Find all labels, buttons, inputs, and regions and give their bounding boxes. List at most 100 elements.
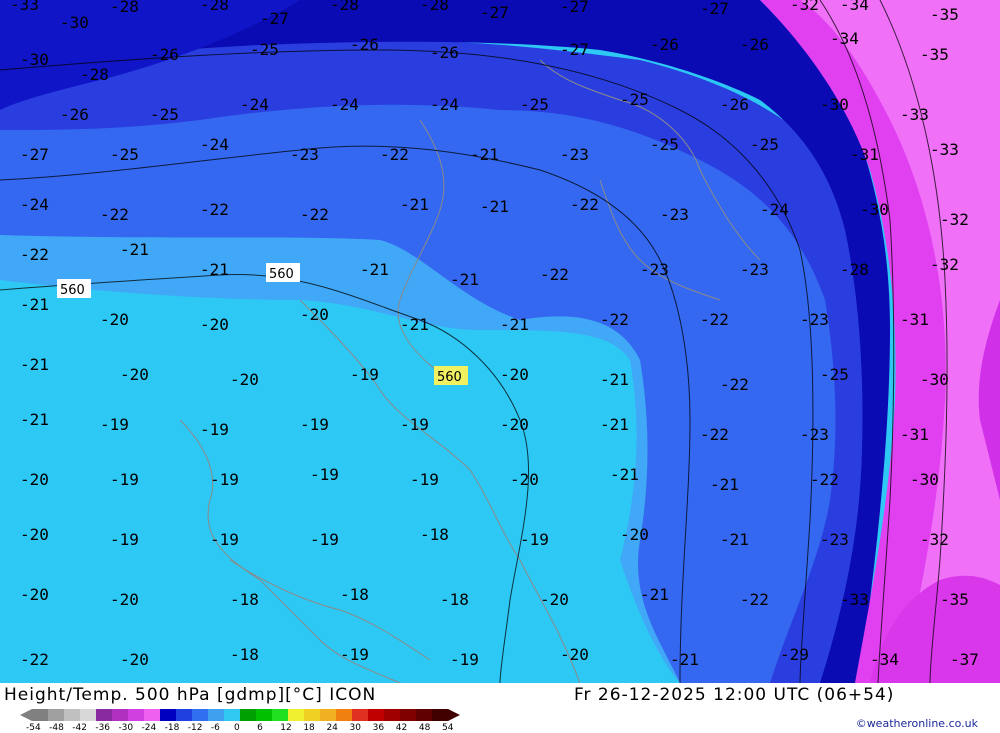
svg-text:-32: -32 bbox=[790, 0, 819, 14]
svg-text:-24: -24 bbox=[760, 200, 789, 219]
scale-cell bbox=[416, 709, 433, 721]
scale-cell bbox=[48, 709, 65, 721]
svg-text:-27: -27 bbox=[700, 0, 729, 18]
scale-cell bbox=[80, 709, 97, 721]
svg-text:-20: -20 bbox=[120, 650, 149, 669]
svg-text:-20: -20 bbox=[230, 370, 259, 389]
svg-text:-21: -21 bbox=[450, 270, 479, 289]
svg-text:-34: -34 bbox=[830, 29, 859, 48]
scale-tick-label: 12 bbox=[280, 723, 291, 731]
svg-text:-20: -20 bbox=[300, 305, 329, 324]
scale-cell bbox=[160, 709, 177, 721]
svg-text:-21: -21 bbox=[480, 197, 509, 216]
svg-text:-22: -22 bbox=[20, 245, 49, 264]
svg-text:-30: -30 bbox=[60, 13, 89, 32]
svg-text:-18: -18 bbox=[230, 645, 259, 664]
svg-text:-27: -27 bbox=[560, 40, 589, 59]
temp-label: -33 bbox=[10, 0, 39, 14]
scale-cell bbox=[256, 709, 273, 721]
scale-cell bbox=[288, 709, 305, 721]
svg-text:-33: -33 bbox=[900, 105, 929, 124]
svg-text:-20: -20 bbox=[20, 470, 49, 489]
credit-link[interactable]: ©weatheronline.co.uk bbox=[856, 717, 978, 730]
scale-cell bbox=[304, 709, 321, 721]
svg-text:-20: -20 bbox=[200, 315, 229, 334]
svg-text:-22: -22 bbox=[20, 650, 49, 669]
scale-tick-label: 24 bbox=[326, 723, 338, 731]
svg-text:-20: -20 bbox=[540, 590, 569, 609]
svg-text:-34: -34 bbox=[840, 0, 869, 14]
scale-cell bbox=[176, 709, 193, 721]
scale-cell bbox=[272, 709, 289, 721]
scale-arrow-left bbox=[20, 709, 32, 721]
scale-tick-label: -6 bbox=[211, 723, 220, 731]
scale-tick-label: -42 bbox=[72, 723, 87, 731]
scale-cell bbox=[128, 709, 145, 721]
svg-text:-23: -23 bbox=[800, 310, 829, 329]
svg-text:-22: -22 bbox=[810, 470, 839, 489]
svg-text:-22: -22 bbox=[570, 195, 599, 214]
svg-text:-21: -21 bbox=[710, 475, 739, 494]
scale-tick-label: 30 bbox=[350, 723, 362, 731]
svg-text:-19: -19 bbox=[310, 530, 339, 549]
footer: Height/Temp. 500 hPa [gdmp][°C] ICON Fr … bbox=[0, 683, 1000, 733]
svg-text:-30: -30 bbox=[910, 470, 939, 489]
svg-text:-26: -26 bbox=[350, 35, 379, 54]
scale-cell bbox=[96, 709, 113, 721]
svg-text:-21: -21 bbox=[20, 355, 49, 374]
scale-cell bbox=[384, 709, 401, 721]
map-title: Height/Temp. 500 hPa [gdmp][°C] ICON bbox=[4, 685, 377, 705]
valid-time: Fr 26-12-2025 12:00 UTC (06+54) bbox=[574, 685, 895, 705]
svg-text:-21: -21 bbox=[640, 585, 669, 604]
weather-map: -33 -30 -28 -28 -27 -28 -28 -27 -27 -27 … bbox=[0, 0, 1000, 683]
scale-cell bbox=[112, 709, 129, 721]
svg-text:-22: -22 bbox=[300, 205, 329, 224]
svg-text:-26: -26 bbox=[60, 105, 89, 124]
svg-text:-28: -28 bbox=[420, 0, 449, 14]
svg-text:-26: -26 bbox=[430, 43, 459, 62]
scale-cell bbox=[144, 709, 161, 721]
scale-cell bbox=[336, 709, 353, 721]
svg-text:-23: -23 bbox=[560, 145, 589, 164]
scale-tick-label: 18 bbox=[303, 723, 315, 731]
svg-text:-33: -33 bbox=[840, 590, 869, 609]
svg-text:-25: -25 bbox=[250, 40, 279, 59]
svg-text:-21: -21 bbox=[600, 370, 629, 389]
svg-text:-20: -20 bbox=[510, 470, 539, 489]
svg-text:-23: -23 bbox=[290, 145, 319, 164]
color-scale: -54 -48 -42 -36 -30 -24 -18 -12 -6 0 6 12 18 24 30 36 42… bbox=[20, 709, 460, 731]
svg-text:-21: -21 bbox=[500, 315, 529, 334]
svg-text:-34: -34 bbox=[870, 650, 899, 669]
svg-text:-21: -21 bbox=[720, 530, 749, 549]
svg-text:-22: -22 bbox=[600, 310, 629, 329]
svg-text:-26: -26 bbox=[150, 45, 179, 64]
svg-text:-19: -19 bbox=[110, 470, 139, 489]
svg-text:-23: -23 bbox=[740, 260, 769, 279]
scale-tick-label: -48 bbox=[49, 723, 64, 731]
svg-text:-22: -22 bbox=[540, 265, 569, 284]
svg-text:-25: -25 bbox=[150, 105, 179, 124]
svg-text:-20: -20 bbox=[120, 365, 149, 384]
svg-text:-21: -21 bbox=[120, 240, 149, 259]
svg-text:-23: -23 bbox=[800, 425, 829, 444]
svg-text:-25: -25 bbox=[620, 90, 649, 109]
svg-text:-20: -20 bbox=[100, 310, 129, 329]
svg-text:-30: -30 bbox=[820, 95, 849, 114]
svg-text:-18: -18 bbox=[340, 585, 369, 604]
svg-text:-21: -21 bbox=[20, 410, 49, 429]
svg-text:-20: -20 bbox=[620, 525, 649, 544]
svg-text:-28: -28 bbox=[200, 0, 229, 14]
svg-text:-27: -27 bbox=[560, 0, 589, 16]
svg-text:-26: -26 bbox=[740, 35, 769, 54]
scale-cell bbox=[192, 709, 209, 721]
svg-text:-23: -23 bbox=[820, 530, 849, 549]
svg-text:-26: -26 bbox=[720, 95, 749, 114]
svg-text:-24: -24 bbox=[330, 95, 359, 114]
svg-text:-24: -24 bbox=[240, 95, 269, 114]
svg-text:-19: -19 bbox=[200, 420, 229, 439]
svg-text:-31: -31 bbox=[900, 310, 929, 329]
svg-text:-19: -19 bbox=[450, 650, 479, 669]
svg-text:-19: -19 bbox=[310, 465, 339, 484]
svg-text:-33: -33 bbox=[930, 140, 959, 159]
svg-text:-35: -35 bbox=[930, 5, 959, 24]
